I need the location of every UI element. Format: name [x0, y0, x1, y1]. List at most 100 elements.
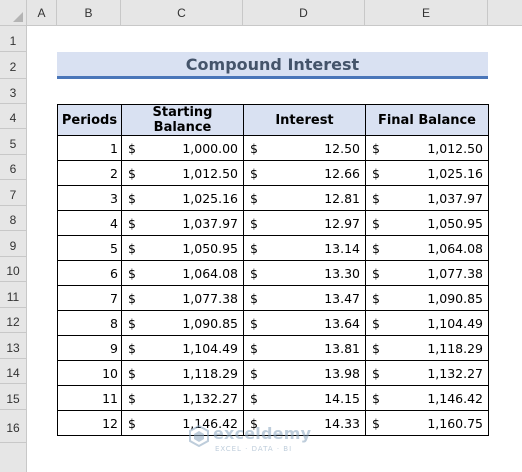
cell-start[interactable]: $1,132.27 — [121, 385, 244, 411]
row-header-15[interactable]: 15 — [0, 384, 27, 410]
cell-interest[interactable]: $13.30 — [243, 260, 366, 286]
cell-final[interactable]: $1,132.27 — [365, 360, 489, 386]
watermark-name: exceldemy — [213, 424, 312, 443]
cell-final[interactable]: $1,090.85 — [365, 285, 489, 311]
cell-interest[interactable]: $13.81 — [243, 335, 366, 361]
cell-final[interactable]: $1,160.75 — [365, 410, 489, 436]
cell-period[interactable]: 6 — [57, 260, 122, 286]
cell-value-final: 1,146.42 — [427, 390, 483, 406]
cell-interest[interactable]: $14.15 — [243, 385, 366, 411]
cell-value-final: 1,118.29 — [427, 340, 483, 356]
cell-period[interactable]: 9 — [57, 335, 122, 361]
currency-symbol: $ — [372, 340, 380, 356]
column-header-e[interactable]: E — [365, 0, 488, 26]
header-starting-balance[interactable]: Starting Balance — [121, 104, 244, 136]
row-header-14[interactable]: 14 — [0, 359, 27, 384]
currency-symbol: $ — [372, 140, 380, 156]
cell-start[interactable]: $1,037.97 — [121, 210, 244, 236]
cell-interest[interactable]: $12.97 — [243, 210, 366, 236]
cell-period[interactable]: 5 — [57, 235, 122, 261]
cell-value-start: 1,000.00 — [182, 140, 238, 156]
cell-final[interactable]: $1,012.50 — [365, 135, 489, 161]
cell-start[interactable]: $1,000.00 — [121, 135, 244, 161]
cell-start[interactable]: $1,118.29 — [121, 360, 244, 386]
cell-value-final: 1,160.75 — [427, 415, 483, 431]
cell-period[interactable]: 7 — [57, 285, 122, 311]
cell-interest[interactable]: $12.50 — [243, 135, 366, 161]
currency-symbol: $ — [128, 390, 136, 406]
row-header-12[interactable]: 12 — [0, 308, 27, 333]
row-header-3[interactable]: 3 — [0, 79, 27, 104]
cell-period[interactable]: 11 — [57, 385, 122, 411]
row-header-9[interactable]: 9 — [0, 231, 27, 257]
header-interest[interactable]: Interest — [243, 104, 366, 136]
cell-period[interactable]: 4 — [57, 210, 122, 236]
cell-interest[interactable]: $13.64 — [243, 310, 366, 336]
cell-interest[interactable]: $13.98 — [243, 360, 366, 386]
cell-period[interactable]: 3 — [57, 185, 122, 211]
cell-value-interest: 13.47 — [324, 290, 360, 306]
currency-symbol: $ — [250, 240, 258, 256]
row-header-1[interactable]: 1 — [0, 26, 27, 52]
spreadsheet: A B C D E 1 2 3 4 5 6 7 8 9 10 11 12 13 14 15 16 Compou… — [0, 0, 522, 472]
cell-start[interactable]: $1,012.50 — [121, 160, 244, 186]
row-header-8[interactable]: 8 — [0, 206, 27, 231]
cell-value-final: 1,132.27 — [427, 365, 483, 381]
cell-final[interactable]: $1,118.29 — [365, 335, 489, 361]
row-header-6[interactable]: 6 — [0, 155, 27, 180]
cell-final[interactable]: $1,037.97 — [365, 185, 489, 211]
cell-interest[interactable]: $12.81 — [243, 185, 366, 211]
cell-final[interactable]: $1,104.49 — [365, 310, 489, 336]
row-header-4[interactable]: 4 — [0, 104, 27, 129]
cell-start[interactable]: $1,050.95 — [121, 235, 244, 261]
cell-period[interactable]: 12 — [57, 410, 122, 436]
cell-start[interactable]: $1,025.16 — [121, 185, 244, 211]
row-header-13[interactable]: 13 — [0, 333, 27, 359]
cell-value-interest: 14.33 — [324, 415, 360, 431]
cell-final[interactable]: $1,077.38 — [365, 260, 489, 286]
column-header-a[interactable]: A — [27, 0, 57, 26]
cell-value-start: 1,077.38 — [182, 290, 238, 306]
select-all-button[interactable] — [0, 0, 27, 26]
currency-symbol: $ — [128, 365, 136, 381]
table-row: 7 $1,077.38 $13.47 $1,090.85 — [57, 285, 489, 311]
cell-interest[interactable]: $12.66 — [243, 160, 366, 186]
header-periods[interactable]: Periods — [57, 104, 122, 136]
cell-start[interactable]: $1,064.08 — [121, 260, 244, 286]
cell-value-interest: 13.98 — [324, 365, 360, 381]
table-row: 5 $1,050.95 $13.14 $1,064.08 — [57, 235, 489, 261]
cell-period[interactable]: 1 — [57, 135, 122, 161]
sheet-title[interactable]: Compound Interest — [57, 52, 488, 79]
table-row: 3 $1,025.16 $12.81 $1,037.97 — [57, 185, 489, 211]
cell-final[interactable]: $1,025.16 — [365, 160, 489, 186]
cell-interest[interactable]: $13.47 — [243, 285, 366, 311]
row-header-11[interactable]: 11 — [0, 282, 27, 308]
row-header-5[interactable]: 5 — [0, 129, 27, 155]
currency-symbol: $ — [372, 365, 380, 381]
cell-final[interactable]: $1,146.42 — [365, 385, 489, 411]
header-final-balance[interactable]: Final Balance — [365, 104, 489, 136]
row-header-10[interactable]: 10 — [0, 257, 27, 282]
currency-symbol: $ — [128, 240, 136, 256]
cell-start[interactable]: $1,077.38 — [121, 285, 244, 311]
cell-value-start: 1,090.85 — [182, 315, 238, 331]
column-header-c[interactable]: C — [121, 0, 243, 26]
cell-value-start: 1,012.50 — [182, 165, 238, 181]
cell-final[interactable]: $1,050.95 — [365, 210, 489, 236]
cell-period[interactable]: 8 — [57, 310, 122, 336]
row-header-16[interactable]: 16 — [0, 410, 27, 443]
cell-interest[interactable]: $13.14 — [243, 235, 366, 261]
cell-value-start: 1,037.97 — [182, 215, 238, 231]
cell-period[interactable]: 2 — [57, 160, 122, 186]
exceldemy-logo-icon — [189, 425, 209, 447]
cell-start[interactable]: $1,090.85 — [121, 310, 244, 336]
column-header-b[interactable]: B — [57, 0, 121, 26]
cell-final[interactable]: $1,064.08 — [365, 235, 489, 261]
row-header-2[interactable]: 2 — [0, 52, 27, 79]
cell-period[interactable]: 10 — [57, 360, 122, 386]
column-header-d[interactable]: D — [243, 0, 365, 26]
row-header-7[interactable]: 7 — [0, 180, 27, 206]
cell-value-final: 1,090.85 — [427, 290, 483, 306]
currency-symbol: $ — [250, 165, 258, 181]
cell-start[interactable]: $1,104.49 — [121, 335, 244, 361]
